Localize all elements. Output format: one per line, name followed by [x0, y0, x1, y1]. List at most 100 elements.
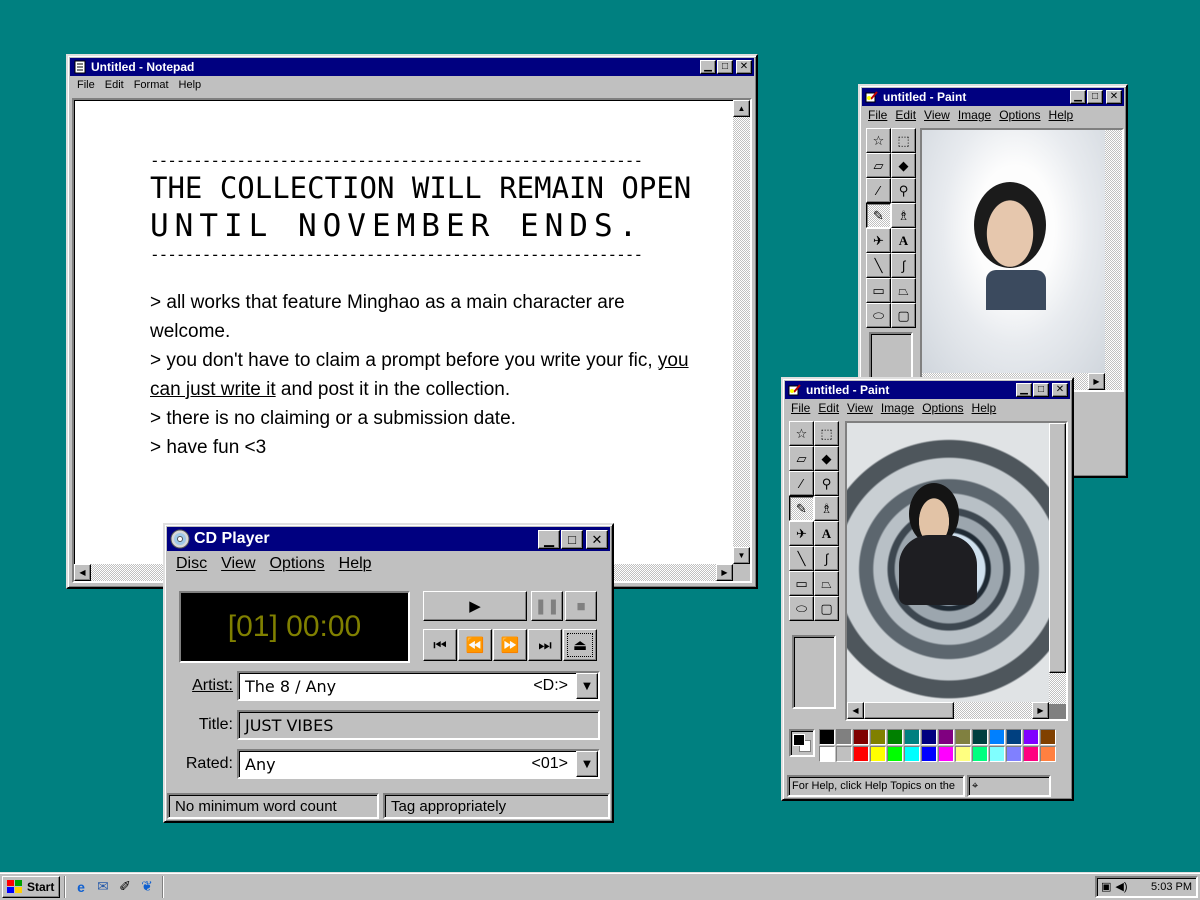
canvas-hscroll[interactable]: ◀ ▶ [847, 702, 1049, 719]
picker-tool[interactable]: ⁄ [866, 178, 891, 203]
volume-icon[interactable]: ◀) [1115, 880, 1127, 893]
minimize-button[interactable]: ▁ [538, 529, 560, 549]
canvas-vscroll[interactable] [1105, 130, 1122, 376]
palette-swatch[interactable] [1006, 729, 1022, 745]
palette-swatch[interactable] [1040, 746, 1056, 762]
palette-swatch[interactable] [1023, 746, 1039, 762]
close-button[interactable]: ✕ [1106, 90, 1122, 104]
palette-swatch[interactable] [989, 746, 1005, 762]
close-button[interactable]: ✕ [586, 529, 608, 549]
scroll-thumb[interactable] [1049, 423, 1066, 673]
scroll-thumb-h[interactable] [864, 702, 954, 719]
rated-dropdown-button[interactable]: ▼ [576, 751, 598, 777]
palette-swatch[interactable] [972, 746, 988, 762]
pencil-tool[interactable]: ✎ [866, 203, 891, 228]
palette-swatch[interactable] [938, 729, 954, 745]
scroll-down-button[interactable]: ▼ [733, 547, 750, 564]
palette-swatch[interactable] [921, 729, 937, 745]
palette-swatch[interactable] [1006, 746, 1022, 762]
menu-view[interactable]: View [214, 555, 262, 573]
notepad-window[interactable]: Untitled - Notepad ▁ □ ✕ File Edit Forma… [66, 54, 758, 589]
next-track-button[interactable]: ⏭ [528, 629, 562, 661]
menu-edit[interactable]: Edit [891, 108, 920, 122]
rounded-rect-tool[interactable]: ▢ [891, 303, 916, 328]
canvas-area[interactable]: ▶ [920, 128, 1124, 392]
eraser-tool[interactable]: ▱ [866, 153, 891, 178]
brush-tool[interactable]: ♗ [891, 203, 916, 228]
tool-options[interactable] [869, 332, 913, 382]
start-button[interactable]: Start [2, 875, 60, 898]
paint-titlebar[interactable]: untitled - Paint ▁ □ ✕ [785, 381, 1070, 399]
pencil-tool[interactable]: ✎ [789, 496, 814, 521]
menu-image[interactable]: Image [877, 401, 918, 415]
airbrush-tool[interactable]: ✈ [866, 228, 891, 253]
text-tool[interactable]: A [891, 228, 916, 253]
maximize-button[interactable]: □ [561, 529, 583, 549]
scroll-right-button[interactable]: ▶ [716, 564, 733, 581]
palette-swatch[interactable] [887, 729, 903, 745]
scroll-left-button[interactable]: ◀ [847, 702, 864, 719]
menu-file[interactable]: File [864, 108, 891, 122]
menu-image[interactable]: Image [954, 108, 995, 122]
polygon-tool[interactable]: ⏢ [814, 571, 839, 596]
photo-canvas[interactable] [922, 130, 1108, 376]
menu-options[interactable]: Options [918, 401, 967, 415]
palette-swatch[interactable] [819, 729, 835, 745]
palette-swatch[interactable] [870, 746, 886, 762]
rect-select-tool[interactable]: ⬚ [814, 421, 839, 446]
rect-select-tool[interactable]: ⬚ [891, 128, 916, 153]
palette-swatch[interactable] [921, 746, 937, 762]
canvas-area[interactable]: ◀ ▶ [845, 421, 1068, 721]
scroll-right-button[interactable]: ▶ [1032, 702, 1049, 719]
scroll-left-button[interactable]: ◀ [74, 564, 91, 581]
menu-help[interactable]: Help [968, 401, 1001, 415]
line-tool[interactable]: ╲ [866, 253, 891, 278]
paint-titlebar[interactable]: untitled - Paint ▁ □ ✕ [862, 88, 1124, 106]
maximize-button[interactable]: □ [1033, 383, 1049, 397]
minimize-button[interactable]: ▁ [1070, 90, 1086, 104]
menu-disc[interactable]: Disc [169, 555, 214, 573]
airbrush-tool[interactable]: ✈ [789, 521, 814, 546]
photo-canvas[interactable] [847, 423, 1051, 704]
ellipse-tool[interactable]: ⬭ [866, 303, 891, 328]
curve-tool[interactable]: ∫ [814, 546, 839, 571]
text-area[interactable]: ----------------------------------------… [72, 98, 752, 583]
pause-button[interactable]: ❚❚ [531, 591, 563, 621]
palette-swatch[interactable] [1040, 729, 1056, 745]
palette-swatch[interactable] [853, 729, 869, 745]
menu-view[interactable]: View [843, 401, 877, 415]
palette-swatch[interactable] [870, 729, 886, 745]
palette-swatch[interactable] [938, 746, 954, 762]
magnifier-tool[interactable]: ⚲ [814, 471, 839, 496]
outlook-express-button[interactable]: ✉ [92, 876, 114, 898]
rounded-rect-tool[interactable]: ▢ [814, 596, 839, 621]
free-select-tool[interactable]: ☆ [866, 128, 891, 153]
show-desktop-button[interactable]: ✐ [114, 876, 136, 898]
minimize-button[interactable]: ▁ [1016, 383, 1032, 397]
menu-help[interactable]: Help [1045, 108, 1078, 122]
eraser-tool[interactable]: ▱ [789, 446, 814, 471]
rated-dropdown[interactable]: Any <01> ▼ [237, 749, 600, 779]
menu-help[interactable]: Help [174, 79, 207, 91]
palette-swatch[interactable] [904, 729, 920, 745]
polygon-tool[interactable]: ⏢ [891, 278, 916, 303]
fast-forward-button[interactable]: ⏩ [493, 629, 527, 661]
scheduler-icon[interactable]: ▣ [1101, 880, 1111, 893]
fill-tool[interactable]: ◆ [814, 446, 839, 471]
brush-tool[interactable]: ♗ [814, 496, 839, 521]
vertical-scrollbar[interactable]: ▲ ▼ [733, 100, 750, 564]
palette-swatch[interactable] [819, 746, 835, 762]
menu-view[interactable]: View [920, 108, 954, 122]
rectangle-tool[interactable]: ▭ [866, 278, 891, 303]
text-tool[interactable]: A [814, 521, 839, 546]
menu-file[interactable]: File [72, 79, 100, 91]
palette-swatch[interactable] [836, 729, 852, 745]
menu-options[interactable]: Options [995, 108, 1044, 122]
palette-swatch[interactable] [887, 746, 903, 762]
line-tool[interactable]: ╲ [789, 546, 814, 571]
previous-track-button[interactable]: ⏮ [423, 629, 457, 661]
palette-swatch[interactable] [904, 746, 920, 762]
rewind-button[interactable]: ⏪ [458, 629, 492, 661]
palette-swatch[interactable] [1023, 729, 1039, 745]
minimize-button[interactable]: ▁ [700, 60, 716, 74]
